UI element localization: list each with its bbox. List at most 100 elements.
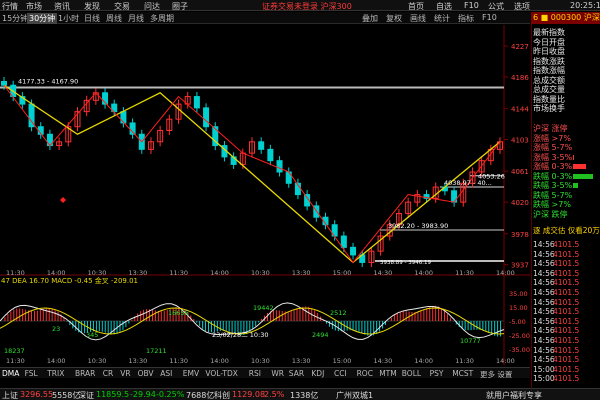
- tool-f10[interactable]: F10: [482, 13, 497, 22]
- tick-time: 15:00: [533, 374, 555, 384]
- tick-value: 4101.5: [553, 249, 580, 259]
- menu-item-f10[interactable]: F10: [464, 1, 479, 10]
- dist-row[interactable]: 跌幅 5-7%: [533, 191, 599, 201]
- menu-item-options[interactable]: 选项: [514, 1, 530, 12]
- indicator-tab[interactable]: MTM: [379, 369, 397, 378]
- indicator-tab[interactable]: VR: [120, 369, 130, 378]
- tick-row: 14:56 4101.5: [533, 298, 599, 308]
- info-change: 指数涨跌: [533, 56, 565, 66]
- menu-item-watchlist[interactable]: 自选: [436, 1, 452, 12]
- indicator-tab[interactable]: FSL: [25, 369, 38, 378]
- indicator-tab[interactable]: KDJ: [311, 369, 324, 378]
- candle-body: [120, 111, 127, 124]
- menu-item-home[interactable]: 首页: [408, 1, 424, 12]
- tool-indicator[interactable]: 指标: [458, 13, 474, 24]
- dist-row[interactable]: 涨幅 3-5%: [533, 153, 599, 163]
- indicator-tab[interactable]: PSY: [430, 369, 444, 378]
- tool-adjust[interactable]: 复权: [386, 13, 402, 24]
- tool-overlay[interactable]: 叠加: [362, 13, 378, 24]
- promo-text[interactable]: 就用户福利专享: [486, 390, 542, 400]
- tick-value: 4101.5: [553, 259, 580, 269]
- period-1hour[interactable]: 1小时: [58, 13, 79, 24]
- dist-label: 沪深 涨停: [533, 124, 568, 133]
- dist-row[interactable]: 跌幅 >7%: [533, 200, 599, 210]
- period-daily[interactable]: 日线: [84, 13, 100, 24]
- sz-value: 11859.5: [96, 390, 130, 399]
- time-tick-label-bottom: 13:30: [129, 357, 148, 365]
- indicator-tab[interactable]: BOLL: [402, 369, 421, 378]
- tick-time: 14:56: [533, 240, 555, 249]
- menu-item-market-center[interactable]: 市场: [26, 1, 42, 12]
- indicator-tab[interactable]: ROC: [357, 369, 373, 378]
- indicator-tab[interactable]: EMV: [183, 369, 199, 378]
- tick-row: 14:56 4101.5: [533, 240, 599, 250]
- info-volume: 总成交量: [533, 85, 565, 94]
- indicator-tab[interactable]: RSI: [249, 369, 261, 378]
- indicator-tab[interactable]: DMA: [2, 369, 19, 378]
- menu-item-market[interactable]: 行情: [2, 1, 18, 12]
- macd-value-label: 19442: [253, 304, 274, 312]
- dist-row[interactable]: 沪深 跌停: [533, 210, 599, 220]
- dist-row[interactable]: 跌幅 0-3%: [533, 172, 599, 182]
- menu-item-formula[interactable]: 公式: [488, 1, 504, 12]
- indicator-tab[interactable]: 设置: [497, 369, 512, 380]
- indicator-tab[interactable]: CR: [103, 369, 113, 378]
- dist-row[interactable]: 跌幅 3-5%: [533, 181, 599, 191]
- dist-row[interactable]: 涨幅 0-3%: [533, 162, 599, 172]
- menu-item-discover[interactable]: 发现: [84, 1, 100, 12]
- dist-bar: [573, 183, 578, 188]
- macd-value-label: 18237: [4, 347, 25, 355]
- broadcast-text[interactable]: 广州双城1: [336, 390, 373, 400]
- tick-value: 4101.5: [553, 278, 580, 288]
- tool-stats[interactable]: 统计: [434, 13, 450, 24]
- dist-bar: [573, 154, 575, 160]
- info-open: 今日开盘: [533, 37, 565, 47]
- info-turnover: 市场换手: [533, 104, 565, 113]
- tick-time: 15:00: [533, 364, 555, 374]
- period-15min[interactable]: 15分钟: [2, 13, 28, 24]
- candle-body: [267, 148, 274, 162]
- time-tick-label: 14:00: [47, 269, 66, 277]
- period-weekly[interactable]: 周线: [106, 13, 122, 24]
- menu-item-circle[interactable]: 圈子: [172, 1, 188, 12]
- price-tick-label: 4020: [511, 199, 529, 207]
- dist-row[interactable]: 涨幅 5-7%: [533, 143, 599, 153]
- login-banner[interactable]: 证券交易未登录 沪深300: [262, 1, 352, 12]
- crosshair-date-tag: 23/02/28二 10:30: [212, 331, 269, 339]
- menu-item-trade[interactable]: 交易: [114, 1, 130, 12]
- candle-body: [193, 96, 200, 109]
- tick-row: 14:56 4101.5: [533, 336, 599, 346]
- indicator-tab[interactable]: OBV: [138, 369, 154, 378]
- cy-label: 科创: [214, 391, 230, 400]
- candle-body: [350, 246, 357, 256]
- tick-value: 4101.5: [553, 297, 580, 307]
- kline-chart[interactable]: 42274186414441034061402039783937 35.0015…: [0, 25, 530, 365]
- tool-draw[interactable]: 画线: [410, 13, 426, 24]
- indicator-tab[interactable]: CCI: [334, 369, 347, 378]
- time-tick-label-bottom: 14:00: [414, 357, 433, 365]
- indicator-tab[interactable]: MCST: [452, 369, 473, 378]
- indicator-tab[interactable]: VOL-TDX: [205, 369, 237, 378]
- indicator-tab[interactable]: BRAR: [75, 369, 95, 378]
- dist-bar: [573, 173, 594, 179]
- sz-volume: 7688亿: [186, 391, 215, 400]
- tick-row: 14:56 4101.5: [533, 259, 599, 269]
- period-30min[interactable]: 30分钟: [27, 13, 58, 24]
- tick-time: 14:56: [533, 355, 555, 365]
- indicator-tab[interactable]: TRIX: [47, 369, 64, 378]
- signal-marker: [60, 197, 66, 203]
- period-multi[interactable]: 多周期: [150, 13, 174, 24]
- indicator-tab[interactable]: ASI: [160, 369, 172, 378]
- info-change-pct: 指数涨幅: [533, 66, 565, 75]
- tick-time: 14:56: [533, 336, 555, 345]
- price-tick-label: 4103: [511, 137, 529, 145]
- indicator-tab[interactable]: SAR: [289, 369, 304, 378]
- period-monthly[interactable]: 月线: [128, 13, 144, 24]
- indicator-tab[interactable]: 更多: [480, 369, 495, 380]
- menu-item-ask[interactable]: 问达: [144, 1, 160, 12]
- tick-value: 4101.5: [553, 268, 580, 278]
- dist-row[interactable]: 沪深 涨停: [533, 124, 599, 134]
- indicator-tab[interactable]: WR: [271, 369, 284, 378]
- dist-row[interactable]: 涨幅 >7%: [533, 134, 599, 144]
- menu-item-news[interactable]: 资讯: [54, 1, 70, 12]
